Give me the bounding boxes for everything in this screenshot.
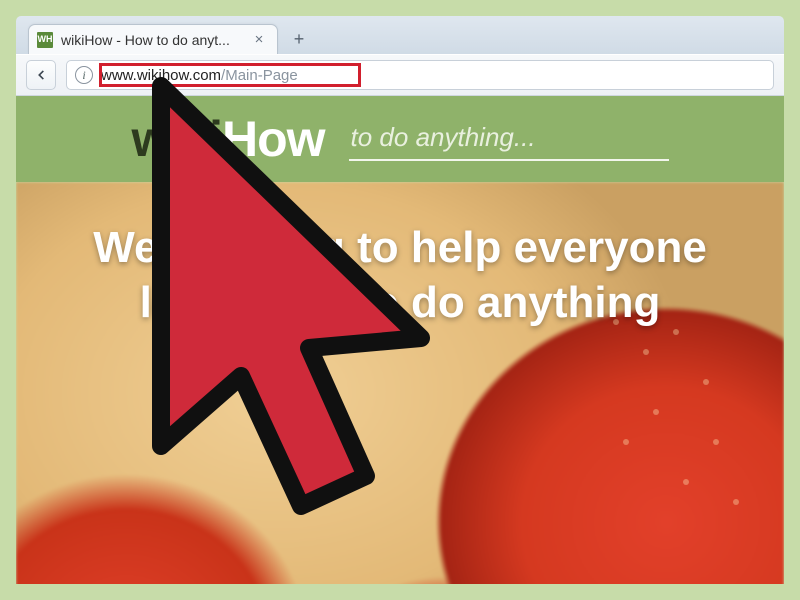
url-path: /Main-Page xyxy=(221,67,298,84)
url-domain: www.wikihow.com xyxy=(101,67,221,84)
wikihow-logo[interactable]: wikiHow xyxy=(131,110,324,168)
instruction-frame: WH wikiHow - How to do anyt... × + i www… xyxy=(0,0,800,600)
tab-strip: WH wikiHow - How to do anyt... × + xyxy=(16,16,784,54)
logo-how-text: How xyxy=(222,110,325,168)
wikihow-favicon-icon: WH xyxy=(37,32,53,48)
active-tab[interactable]: WH wikiHow - How to do anyt... × xyxy=(28,24,278,54)
hero-line-1: We're trying to help everyone xyxy=(36,220,764,275)
address-bar[interactable]: i www.wikihow.com/Main-Page xyxy=(66,60,774,90)
search-field-wrap xyxy=(349,118,669,161)
plus-icon: + xyxy=(294,29,305,50)
browser-window: WH wikiHow - How to do anyt... × + i www… xyxy=(16,16,784,584)
logo-wiki-text: wiki xyxy=(131,110,221,168)
hero-banner: We're trying to help everyone learn how … xyxy=(16,182,784,584)
hero-headline: We're trying to help everyone learn how … xyxy=(16,220,784,330)
tab-title: wikiHow - How to do anyt... xyxy=(61,32,243,48)
new-tab-button[interactable]: + xyxy=(286,28,312,50)
site-info-icon[interactable]: i xyxy=(75,66,93,84)
page-viewport: wikiHow We're trying to help everyone xyxy=(16,96,784,584)
back-button[interactable] xyxy=(26,60,56,90)
site-header: wikiHow xyxy=(16,96,784,182)
arrow-left-icon xyxy=(34,68,48,82)
close-tab-button[interactable]: × xyxy=(251,32,267,48)
url-text: www.wikihow.com/Main-Page xyxy=(101,67,298,84)
close-icon: × xyxy=(255,32,264,47)
toolbar: i www.wikihow.com/Main-Page xyxy=(16,54,784,96)
hero-line-2: learn how to do anything xyxy=(36,275,764,330)
search-input[interactable] xyxy=(349,118,669,161)
